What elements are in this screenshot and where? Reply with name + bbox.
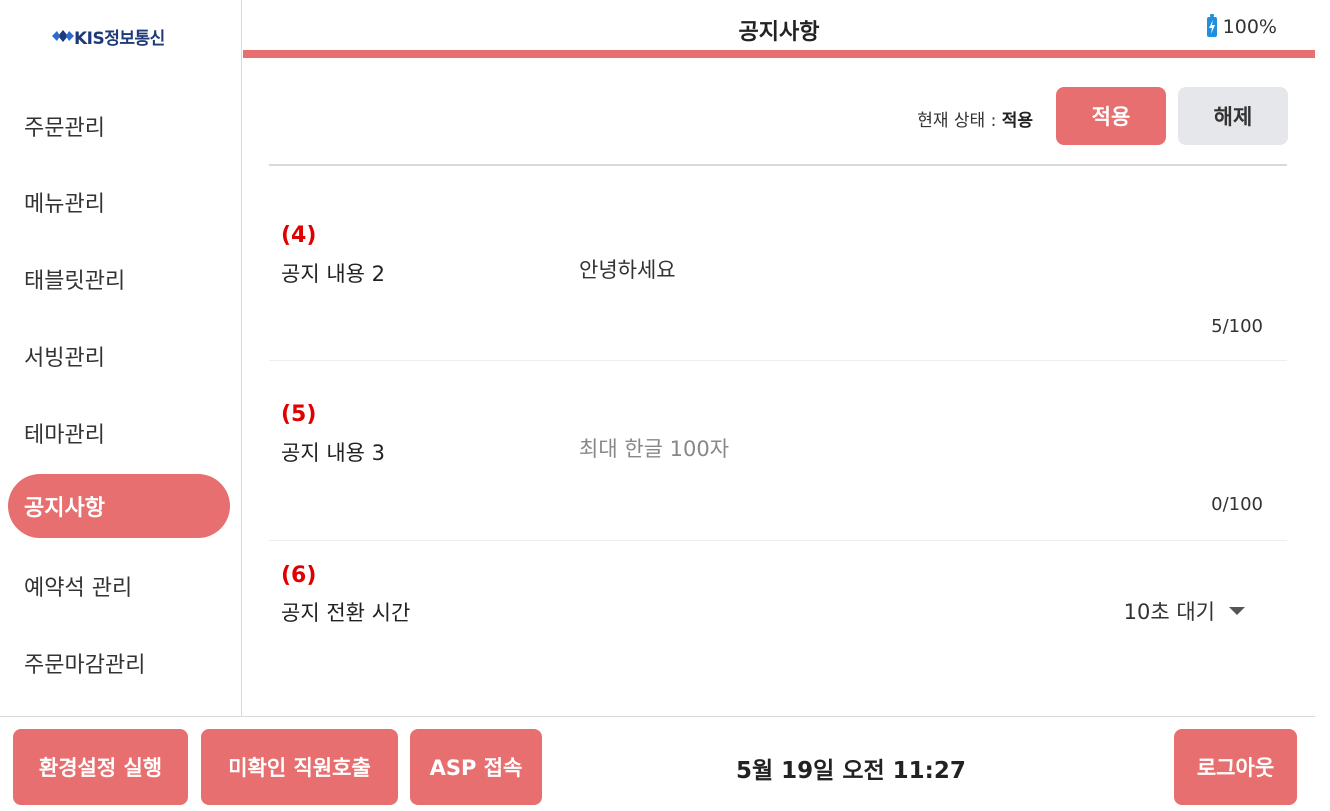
notice-content-3-label: 공지 내용 3	[281, 441, 385, 465]
sidebar: KIS정보통신 주문관리 메뉴관리 태블릿관리 서빙관리 테마관리 공지사항 예…	[0, 0, 242, 716]
notice-status-bar: 현재 상태 : 적용 적용 해제	[269, 66, 1288, 166]
logout-button[interactable]: 로그아웃	[1174, 729, 1297, 805]
current-datetime: 5월 19일 오전 11:27	[736, 758, 966, 784]
sidebar-item-serving-management[interactable]: 서빙관리	[8, 324, 230, 388]
battery-icon	[1206, 14, 1217, 37]
battery-percent: 100%	[1222, 16, 1277, 38]
row-number-marker: (4)	[281, 223, 317, 248]
header: 공지사항 100%	[243, 0, 1315, 58]
logo-text: KIS정보통신	[74, 28, 165, 49]
row-number-marker: (5)	[281, 402, 317, 427]
logo-diamond-icon	[52, 27, 74, 45]
release-button[interactable]: 해제	[1178, 87, 1288, 145]
brand-logo: KIS정보통신	[52, 24, 165, 49]
notice-content-3-row: (5) 공지 내용 3 최대 한글 100자 0/100	[269, 361, 1287, 541]
unconfirmed-staff-call-button[interactable]: 미확인 직원호출	[201, 729, 398, 805]
notice-switch-time-row: (6) 공지 전환 시간 10초 대기	[269, 541, 1287, 681]
sidebar-item-menu-management[interactable]: 메뉴관리	[8, 170, 230, 234]
notice-content-2-label: 공지 내용 2	[281, 262, 385, 286]
switch-time-value: 10초 대기	[1123, 600, 1215, 624]
run-settings-button[interactable]: 환경설정 실행	[13, 729, 188, 805]
current-status-prefix: 현재 상태 :	[917, 111, 1002, 131]
battery-status: 100%	[1206, 14, 1277, 38]
page-title: 공지사항	[738, 20, 820, 45]
apply-button[interactable]: 적용	[1056, 87, 1166, 145]
sidebar-item-reservation-management[interactable]: 예약석 관리	[8, 554, 230, 618]
row-number-marker: (6)	[281, 563, 317, 588]
sidebar-item-notice[interactable]: 공지사항	[8, 474, 230, 538]
sidebar-item-theme-management[interactable]: 테마관리	[8, 401, 230, 465]
sidebar-item-tablet-management[interactable]: 태블릿관리	[8, 247, 230, 311]
notice-content-2-input[interactable]: 안녕하세요	[579, 254, 676, 284]
asp-connect-button[interactable]: ASP 접속	[410, 729, 542, 805]
current-status-value: 적용	[1001, 111, 1033, 131]
notice-content-2-char-count: 5/100	[1211, 316, 1263, 337]
footer: 환경설정 실행 미확인 직원호출 ASP 접속 5월 19일 오전 11:27 …	[0, 716, 1315, 811]
sidebar-item-order-management[interactable]: 주문관리	[8, 94, 230, 158]
notice-switch-time-label: 공지 전환 시간	[281, 601, 411, 625]
main-content: 현재 상태 : 적용 적용 해제 (4) 공지 내용 2 안녕하세요 5/100…	[243, 66, 1315, 716]
current-status: 현재 상태 : 적용	[917, 106, 1033, 131]
notice-content-3-input[interactable]: 최대 한글 100자	[579, 433, 729, 463]
notice-content-3-char-count: 0/100	[1211, 494, 1263, 515]
switch-time-select[interactable]: 10초 대기	[1124, 596, 1245, 626]
notice-content-2-row: (4) 공지 내용 2 안녕하세요 5/100	[269, 168, 1287, 361]
chevron-down-icon	[1229, 607, 1245, 615]
sidebar-item-order-close-management[interactable]: 주문마감관리	[8, 631, 230, 695]
